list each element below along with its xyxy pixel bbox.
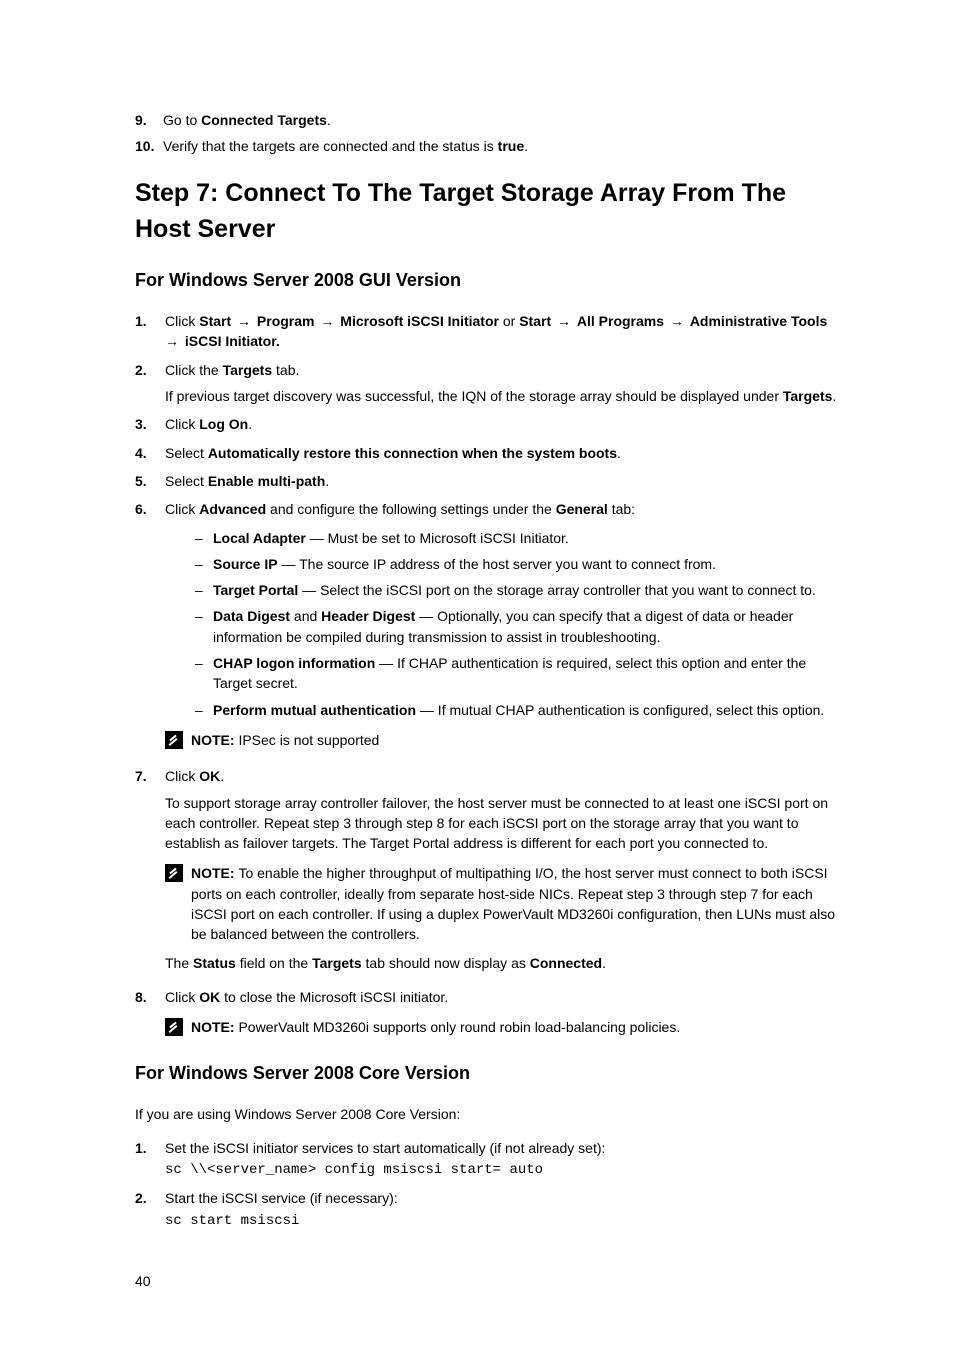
gui-step-2: 2. Click the Targets tab. If previous ta… — [135, 360, 839, 407]
step-body: Click Advanced and configure the followi… — [165, 499, 839, 758]
note-ipsec: NOTE: IPSec is not supported — [165, 730, 839, 750]
step-7-para: To support storage array controller fail… — [165, 793, 839, 854]
setting-digest: –Data Digest and Header Digest — Optiona… — [195, 606, 839, 647]
gui-step-7: 7. Click OK. To support storage array co… — [135, 766, 839, 979]
step-number: 6. — [135, 499, 165, 758]
gui-step-8: 8. Click OK to close the Microsoft iSCSI… — [135, 987, 839, 1046]
code-block: sc \\<server_name> config msiscsi start=… — [165, 1160, 839, 1180]
step-7-status: The Status field on the Targets tab shou… — [165, 953, 839, 973]
step-number: 7. — [135, 766, 165, 979]
gui-step-4: 4. Select Automatically restore this con… — [135, 443, 839, 463]
setting-chap: –CHAP logon information — If CHAP authen… — [195, 653, 839, 694]
gui-steps: 1. Click Start → Program → Microsoft iSC… — [135, 311, 839, 1045]
step-number: 4. — [135, 443, 165, 463]
step-number: 3. — [135, 414, 165, 434]
page-title: Step 7: Connect To The Target Storage Ar… — [135, 175, 839, 248]
core-steps: 1. Set the iSCSI initiator services to s… — [135, 1138, 839, 1231]
step-2-detail: If previous target discovery was success… — [165, 386, 839, 406]
step-number: 1. — [135, 1138, 165, 1181]
step-body: Click OK. To support storage array contr… — [165, 766, 839, 979]
step-body: Click Log On. — [165, 414, 839, 434]
core-step-1: 1. Set the iSCSI initiator services to s… — [135, 1138, 839, 1181]
core-intro: If you are using Windows Server 2008 Cor… — [135, 1104, 839, 1124]
step-body: Set the iSCSI initiator services to star… — [165, 1138, 839, 1181]
step-body: Click the Targets tab. If previous targe… — [165, 360, 839, 407]
setting-local-adapter: –Local Adapter — Must be set to Microsof… — [195, 528, 839, 548]
code-block: sc start msiscsi — [165, 1211, 839, 1231]
step-number: 9. — [135, 110, 163, 130]
core-step-2: 2. Start the iSCSI service (if necessary… — [135, 1188, 839, 1231]
section-heading-gui: For Windows Server 2008 GUI Version — [135, 267, 839, 293]
page-number: 40 — [135, 1271, 839, 1291]
step-9: 9. Go to Connected Targets. — [135, 110, 839, 130]
advanced-settings-list: –Local Adapter — Must be set to Microsof… — [195, 528, 839, 720]
step-body: Select Enable multi-path. — [165, 471, 839, 491]
step-body: Verify that the targets are connected an… — [163, 136, 839, 156]
note-icon — [165, 1018, 183, 1036]
step-number: 10. — [135, 136, 163, 156]
step-number: 5. — [135, 471, 165, 491]
setting-target-portal: –Target Portal — Select the iSCSI port o… — [195, 580, 839, 600]
step-number: 8. — [135, 987, 165, 1046]
note-multipath: NOTE: To enable the higher throughput of… — [165, 863, 839, 944]
step-number: 1. — [135, 311, 165, 352]
gui-step-1: 1. Click Start → Program → Microsoft iSC… — [135, 311, 839, 352]
note-icon — [165, 731, 183, 749]
step-body: Click OK to close the Microsoft iSCSI in… — [165, 987, 839, 1046]
setting-source-ip: –Source IP — The source IP address of th… — [195, 554, 839, 574]
note-roundrobin: NOTE: PowerVault MD3260i supports only r… — [165, 1017, 839, 1037]
step-number: 2. — [135, 360, 165, 407]
section-heading-core: For Windows Server 2008 Core Version — [135, 1060, 839, 1086]
gui-step-3: 3. Click Log On. — [135, 414, 839, 434]
step-body: Select Automatically restore this connec… — [165, 443, 839, 463]
gui-step-6: 6. Click Advanced and configure the foll… — [135, 499, 839, 758]
setting-mutual-auth: –Perform mutual authentication — If mutu… — [195, 700, 839, 720]
step-body: Start the iSCSI service (if necessary): … — [165, 1188, 839, 1231]
note-icon — [165, 864, 183, 882]
step-body: Go to Connected Targets. — [163, 110, 839, 130]
continued-steps: 9. Go to Connected Targets. 10. Verify t… — [135, 110, 839, 157]
step-number: 2. — [135, 1188, 165, 1231]
step-body: Click Start → Program → Microsoft iSCSI … — [165, 311, 839, 352]
step-10: 10. Verify that the targets are connecte… — [135, 136, 839, 156]
gui-step-5: 5. Select Enable multi-path. — [135, 471, 839, 491]
